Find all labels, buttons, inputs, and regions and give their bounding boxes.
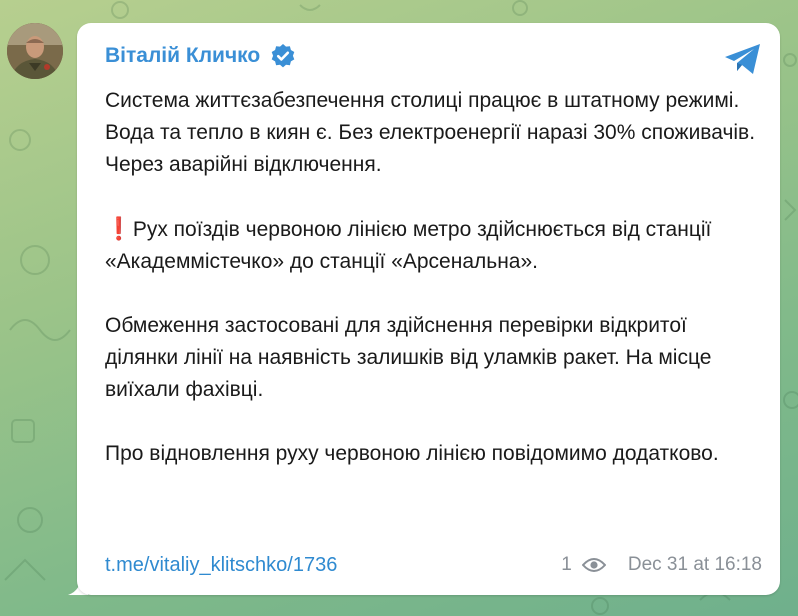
message-paragraph-4: Про відновлення руху червоною лінією пов… [105, 442, 719, 465]
message-text: Система життєзабезпечення столиці працює… [105, 85, 765, 470]
verified-badge-icon [270, 43, 296, 69]
sender-header: Віталій Кличко [105, 43, 296, 69]
view-count: 1 [561, 554, 572, 575]
message-footer: t.me/vitaliy_klitschko/1736 1 Dec 31 at … [105, 550, 762, 580]
message-meta: 1 Dec 31 at 16:18 [561, 554, 762, 576]
sender-name[interactable]: Віталій Кличко [105, 44, 260, 68]
message-paragraph-2-text: Рух поїздів червоною лінією метро здійсн… [105, 218, 712, 273]
message-paragraph-1: Система життєзабезпечення столиці працює… [105, 89, 756, 176]
post-link[interactable]: t.me/vitaliy_klitschko/1736 [105, 554, 337, 577]
message-bubble: Віталій Кличко Система життєзабезпечення… [77, 23, 780, 595]
avatar-photo [7, 23, 63, 79]
message-paragraph-2: ❗ Рух поїздів червоною лінією метро здій… [105, 213, 765, 278]
message-paragraph-3: Обмеження застосовані для здійснення пер… [105, 314, 712, 401]
sender-avatar[interactable] [7, 23, 63, 79]
eye-icon [581, 557, 607, 573]
share-button[interactable] [721, 39, 765, 79]
telegram-share-icon [725, 44, 760, 74]
exclamation-icon: ❗ [105, 216, 133, 241]
timestamp: Dec 31 at 16:18 [627, 554, 762, 575]
